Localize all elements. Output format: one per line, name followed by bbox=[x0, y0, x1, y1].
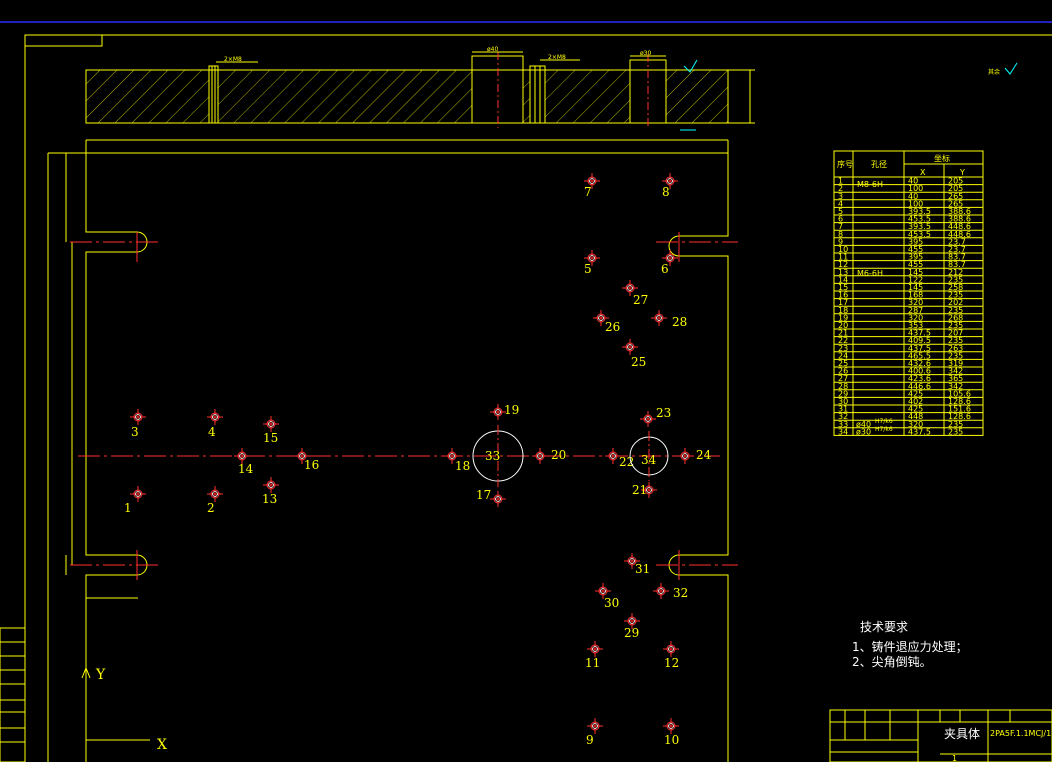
hole-29: 29 bbox=[624, 613, 640, 640]
holes-layer: 1 23 45 67 89 1011 121314151617181920212223242… bbox=[124, 173, 712, 747]
table-header-coord: 坐标 bbox=[934, 153, 950, 163]
svg-text:235: 235 bbox=[948, 427, 963, 436]
hole-34: 34 bbox=[629, 431, 669, 481]
hole-11: 11 bbox=[585, 641, 603, 670]
hole-label: 17 bbox=[476, 488, 491, 502]
hole-9: 9 bbox=[586, 718, 603, 747]
hole-label: 22 bbox=[619, 455, 634, 469]
notes-title: 技术要求 bbox=[860, 620, 908, 634]
hole-label: 20 bbox=[551, 448, 566, 462]
dim-label-top1: ø40 bbox=[487, 46, 498, 53]
svg-text:34: 34 bbox=[838, 427, 848, 436]
drawing-number: 2PA5F.1.1MCJ/1- bbox=[990, 729, 1052, 738]
dim-label-slot1: 2×M8 bbox=[224, 56, 242, 63]
hole-24: 24 bbox=[677, 448, 712, 464]
notes-item-2: 2、尖角倒钝。 bbox=[852, 655, 932, 669]
svg-text:437.5: 437.5 bbox=[908, 427, 931, 436]
table-group2-type: M6-6H bbox=[857, 269, 883, 278]
hole-28: 28 bbox=[651, 310, 687, 329]
hole-label: 10 bbox=[664, 733, 679, 747]
hole-label: 13 bbox=[262, 492, 277, 506]
hole-label: 28 bbox=[672, 315, 687, 329]
hole-16: 16 bbox=[294, 448, 319, 472]
hole-label: 5 bbox=[584, 262, 592, 276]
hole-label: 32 bbox=[673, 586, 688, 600]
hole-label: 8 bbox=[662, 185, 670, 199]
hole-13: 13 bbox=[262, 477, 279, 506]
center-lines bbox=[70, 232, 738, 580]
hole-26: 26 bbox=[593, 310, 620, 334]
hole-14: 14 bbox=[234, 448, 254, 476]
hole-label: 27 bbox=[633, 293, 648, 307]
table-group1-type: M8-6H bbox=[857, 180, 883, 189]
hole-5: 5 bbox=[584, 250, 600, 276]
hole-3: 3 bbox=[130, 409, 146, 439]
hole-17: 17 bbox=[476, 488, 506, 507]
table-header-type: 孔径 bbox=[871, 159, 887, 169]
hole-10: 10 bbox=[663, 718, 679, 747]
hole-21: 21 bbox=[632, 482, 657, 498]
hole-label: 26 bbox=[605, 320, 620, 334]
hole-label: 12 bbox=[664, 656, 679, 670]
hole-label: 34 bbox=[641, 453, 657, 467]
hole-label: 9 bbox=[586, 733, 594, 747]
plate-outline bbox=[47, 139, 729, 762]
axis-label-y: Y bbox=[95, 667, 106, 683]
hole-label: 30 bbox=[604, 596, 619, 610]
hole-23: 23 bbox=[640, 406, 671, 427]
svg-text:H7/k6: H7/k6 bbox=[875, 426, 893, 433]
hole-31: 31 bbox=[624, 553, 650, 576]
hole-27: 27 bbox=[622, 280, 648, 307]
notes-item-1: 1、铸件退应力处理； bbox=[852, 639, 968, 654]
hole-label: 16 bbox=[304, 458, 319, 472]
hole-32: 32 bbox=[653, 583, 688, 600]
hole-label: 19 bbox=[504, 403, 519, 417]
hole-18: 18 bbox=[444, 448, 470, 473]
hole-6: 6 bbox=[661, 250, 678, 276]
hole-label: 25 bbox=[631, 355, 646, 369]
hole-label: 2 bbox=[207, 501, 215, 515]
section-view: ø40 ø30 2×M8 2×M8 bbox=[85, 46, 755, 131]
hole-label: 18 bbox=[455, 459, 470, 473]
hole-15: 15 bbox=[263, 416, 279, 445]
hole-4: 4 bbox=[207, 409, 223, 439]
hole-label: 24 bbox=[696, 448, 712, 462]
hole-label: 31 bbox=[635, 562, 650, 576]
hole-12: 12 bbox=[663, 641, 679, 670]
hole-7: 7 bbox=[584, 173, 600, 199]
hole-19: 19 bbox=[490, 403, 519, 420]
svg-text:ø30: ø30 bbox=[856, 427, 871, 436]
table-header-no: 序号 bbox=[837, 159, 853, 169]
hole-8: 8 bbox=[662, 173, 678, 199]
hole-1: 1 bbox=[124, 486, 146, 515]
hole-label: 23 bbox=[656, 406, 671, 420]
hole-label: 7 bbox=[584, 185, 592, 199]
scale-value: 1 bbox=[952, 754, 957, 762]
hole-label: 6 bbox=[661, 262, 669, 276]
hole-label: 21 bbox=[632, 483, 647, 497]
hole-30: 30 bbox=[595, 583, 619, 610]
hole-2: 2 bbox=[207, 486, 223, 515]
hole-label: 14 bbox=[238, 462, 254, 476]
hole-label: 3 bbox=[131, 425, 139, 439]
dim-label-slot2: 2×M8 bbox=[548, 54, 566, 61]
part-name: 夹具体 bbox=[944, 727, 980, 741]
dim-label-top2: ø30 bbox=[640, 50, 651, 57]
hole-label: 29 bbox=[624, 626, 639, 640]
fixture-drawing: ø40 ø30 2×M8 2×M8 Y X 1 23 45 67 89 1011… bbox=[0, 21, 1052, 762]
hole-label: 11 bbox=[585, 656, 600, 670]
hole-label: 1 bbox=[124, 501, 132, 515]
hole-label: 4 bbox=[208, 425, 216, 439]
table-header-x: X bbox=[920, 168, 926, 177]
hole-label: 15 bbox=[263, 431, 278, 445]
roughness-note: 其余 bbox=[988, 68, 1000, 76]
axis-indicator bbox=[81, 666, 150, 741]
axis-label-x: X bbox=[157, 737, 167, 753]
svg-text:H7/k6: H7/k6 bbox=[875, 418, 893, 425]
hole-label: 33 bbox=[485, 449, 500, 463]
hole-25: 25 bbox=[622, 339, 646, 369]
hole-table: 序号 孔径坐标X Y1 40 2052 100 2053 40 2654 100 2655 393.5… bbox=[833, 150, 984, 436]
